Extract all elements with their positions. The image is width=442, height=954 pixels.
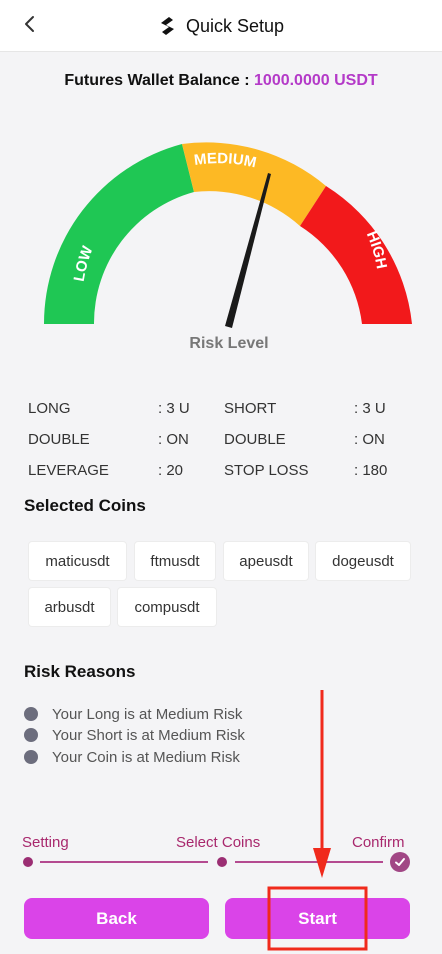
risk-reason-item: Your Coin is at Medium Risk	[24, 747, 240, 767]
bullet-icon	[24, 750, 38, 764]
step-label-select-coins: Select Coins	[176, 834, 261, 851]
coin-chip[interactable]: apeusdt	[224, 542, 308, 580]
header-title-group: Quick Setup	[0, 0, 442, 52]
stat-value: : 20	[158, 462, 184, 479]
stat-label: SHORT	[224, 400, 277, 417]
risk-reason-text: Your Short is at Medium Risk	[52, 726, 245, 744]
risk-gauge: LOW MEDIUM HIGH Risk Level	[43, 142, 412, 352]
annotation-arrow-head	[313, 848, 331, 878]
stat-value: : ON	[354, 431, 385, 448]
back-button[interactable]: Back	[24, 898, 209, 939]
stat-row: STOP LOSS : 180	[224, 455, 404, 486]
step-connector	[40, 861, 208, 863]
selected-coins-title: Selected Coins	[24, 496, 146, 515]
stat-row: SHORT : 3 U	[224, 393, 404, 424]
stat-value: : 3 U	[158, 400, 190, 417]
step-dot-setting	[23, 857, 33, 867]
risk-reason-text: Your Coin is at Medium Risk	[52, 748, 240, 766]
step-label-confirm: Confirm	[352, 834, 405, 851]
step-check-icon	[390, 852, 410, 872]
stat-value: : 180	[354, 462, 388, 479]
wallet-balance-label: Futures Wallet Balance :	[64, 72, 250, 89]
gauge-segment-high	[300, 186, 412, 324]
stat-row: DOUBLE : ON	[28, 424, 198, 455]
risk-reason-item: Your Long is at Medium Risk	[24, 704, 242, 724]
step-label-setting: Setting	[22, 834, 69, 851]
coin-chip[interactable]: dogeusdt	[316, 542, 410, 580]
stat-label: LEVERAGE	[28, 462, 109, 479]
app-header: Quick Setup	[0, 0, 442, 52]
risk-reasons-title: Risk Reasons	[24, 662, 136, 681]
settings-summary-left: LONG : 3 U DOUBLE : ON LEVERAGE : 20	[28, 393, 198, 486]
settings-summary-right: SHORT : 3 U DOUBLE : ON STOP LOSS : 180	[224, 393, 404, 486]
bullet-icon	[24, 707, 38, 721]
coin-chip[interactable]: compusdt	[118, 588, 216, 626]
coin-chip[interactable]: ftmusdt	[135, 542, 215, 580]
stat-row: LEVERAGE : 20	[28, 455, 198, 486]
stat-label: DOUBLE	[28, 431, 90, 448]
gauge-segment-low	[43, 144, 194, 324]
step-dot-select-coins	[217, 857, 227, 867]
stat-row: LONG : 3 U	[28, 393, 198, 424]
gauge-caption: Risk Level	[189, 335, 268, 352]
wallet-balance-value: 1000.0000 USDT	[254, 72, 378, 89]
start-button[interactable]: Start	[225, 898, 410, 939]
risk-reason-text: Your Long is at Medium Risk	[52, 705, 243, 723]
stat-value: : 3 U	[354, 400, 386, 417]
stat-label: STOP LOSS	[224, 462, 309, 479]
checkmark-icon	[395, 858, 405, 866]
wallet-balance: Futures Wallet Balance : 1000.0000 USDT	[0, 72, 442, 90]
page-title: Quick Setup	[185, 15, 285, 36]
coin-chip[interactable]: maticusdt	[29, 542, 126, 580]
stat-row: DOUBLE : ON	[224, 424, 404, 455]
bullet-icon	[24, 728, 38, 742]
stat-label: DOUBLE	[224, 431, 286, 448]
stat-label: LONG	[28, 400, 71, 417]
risk-reason-item: Your Short is at Medium Risk	[24, 725, 245, 745]
step-connector	[235, 861, 383, 863]
brand-logo-icon	[160, 17, 174, 35]
coin-chip[interactable]: arbusdt	[29, 588, 110, 626]
stat-value: : ON	[158, 431, 189, 448]
